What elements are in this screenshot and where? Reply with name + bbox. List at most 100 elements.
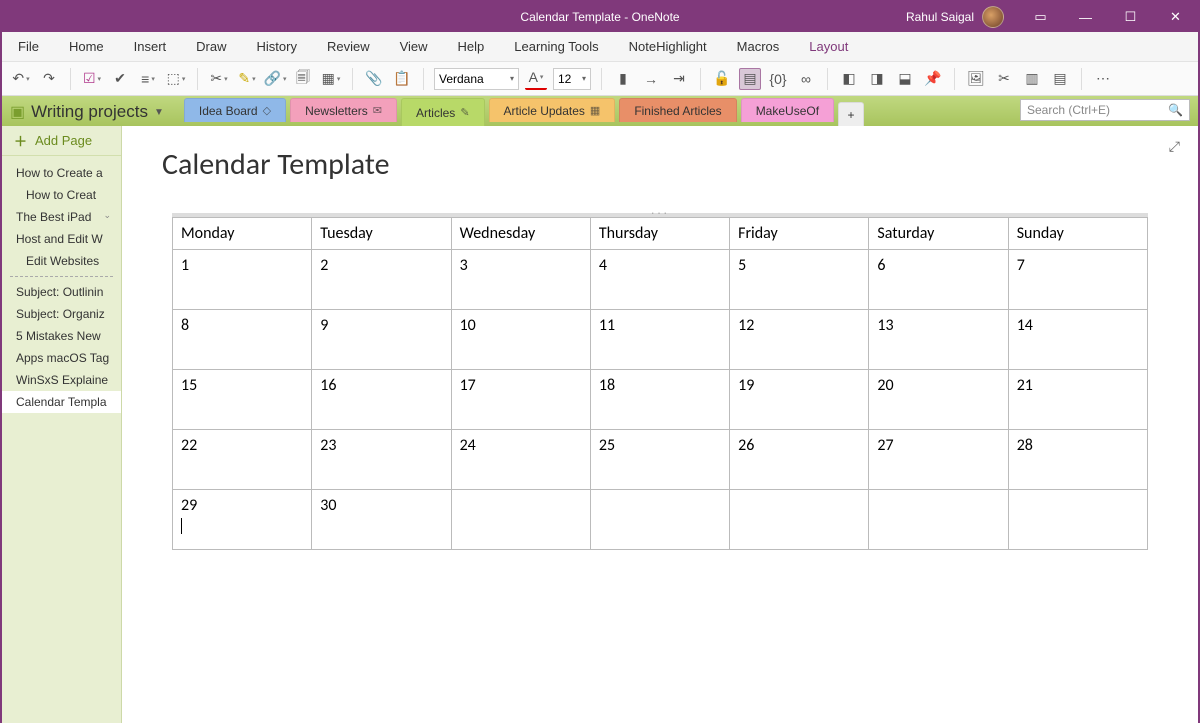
day-header[interactable]: Saturday — [869, 218, 1008, 250]
section-tab-idea-board[interactable]: Idea Board◇ — [184, 98, 286, 122]
menu-view[interactable]: View — [394, 35, 434, 58]
calendar-cell[interactable] — [590, 490, 729, 550]
calendar-cell[interactable]: 17 — [451, 370, 590, 430]
menu-history[interactable]: History — [251, 35, 303, 58]
arrow-button[interactable]: → — [640, 68, 662, 90]
page-item[interactable]: How to Creat — [2, 184, 121, 206]
calendar-cell[interactable]: 12 — [730, 310, 869, 370]
layout2-button[interactable]: ▤ — [1049, 68, 1071, 90]
calendar-table-container[interactable]: MondayTuesdayWednesdayThursdayFridaySatu… — [172, 213, 1148, 550]
day-header[interactable]: Tuesday — [312, 218, 451, 250]
overflow-button[interactable]: ⋯ — [1092, 68, 1114, 90]
calendar-cell[interactable] — [451, 490, 590, 550]
calendar-cell[interactable] — [730, 490, 869, 550]
menu-layout[interactable]: Layout — [803, 35, 854, 58]
indent-button[interactable]: ⇥ — [668, 68, 690, 90]
calendar-cell[interactable]: 6 — [869, 250, 1008, 310]
day-header[interactable]: Sunday — [1008, 218, 1147, 250]
page-item[interactable]: Apps macOS Tag — [2, 347, 121, 369]
minimize-button[interactable]: — — [1063, 2, 1108, 32]
font-color-button[interactable]: A — [525, 68, 547, 90]
add-page-button[interactable]: ＋ Add Page — [2, 126, 121, 156]
search-input[interactable]: Search (Ctrl+E) 🔍 — [1020, 99, 1190, 121]
tool-a-button[interactable]: 🔓 — [711, 68, 733, 90]
day-header[interactable]: Monday — [173, 218, 312, 250]
calendar-cell[interactable]: 16 — [312, 370, 451, 430]
day-header[interactable]: Friday — [730, 218, 869, 250]
section-tab-newsletters[interactable]: Newsletters✉ — [290, 98, 397, 122]
menu-learning-tools[interactable]: Learning Tools — [508, 35, 604, 58]
calendar-cell[interactable]: 8 — [173, 310, 312, 370]
menu-draw[interactable]: Draw — [190, 35, 232, 58]
link-button[interactable]: 🔗 — [264, 68, 286, 90]
outdent-button[interactable]: ⬚ — [165, 68, 187, 90]
calendar-cell[interactable] — [869, 490, 1008, 550]
calendar-cell[interactable]: 7 — [1008, 250, 1147, 310]
calendar-cell[interactable]: 28 — [1008, 430, 1147, 490]
menu-file[interactable]: File — [12, 35, 45, 58]
calendar-cell[interactable]: 2 — [312, 250, 451, 310]
calendar-cell[interactable]: 20 — [869, 370, 1008, 430]
copy-button[interactable]: 🗐 — [292, 68, 314, 90]
page-title[interactable]: Calendar Template — [162, 146, 1168, 183]
calendar-cell[interactable]: 25 — [590, 430, 729, 490]
font-size-select[interactable]: 12▾ — [553, 68, 591, 90]
pin-button[interactable]: 📌 — [922, 68, 944, 90]
tool-b-button[interactable]: ▤ — [739, 68, 761, 90]
close-button[interactable]: ✕ — [1153, 2, 1198, 32]
page-item[interactable]: 5 Mistakes New — [2, 325, 121, 347]
calendar-cell[interactable]: 11 — [590, 310, 729, 370]
page-item[interactable]: Host and Edit W — [2, 228, 121, 250]
calendar-cell[interactable]: 24 — [451, 430, 590, 490]
section-tab-article-updates[interactable]: Article Updates▦ — [489, 98, 616, 122]
day-header[interactable]: Thursday — [590, 218, 729, 250]
calendar-cell[interactable]: 29 — [173, 490, 312, 550]
calendar-cell[interactable]: 23 — [312, 430, 451, 490]
undo-button[interactable]: ↶ — [10, 68, 32, 90]
menu-review[interactable]: Review — [321, 35, 376, 58]
calendar-cell[interactable]: 18 — [590, 370, 729, 430]
calendar-cell[interactable]: 9 — [312, 310, 451, 370]
page-content[interactable]: ⤢ Calendar Template MondayTuesdayWednesd… — [122, 126, 1198, 723]
section-tab-finished-articles[interactable]: Finished Articles — [619, 98, 736, 122]
page-item[interactable]: Subject: Organiz — [2, 303, 121, 325]
page-item[interactable]: The Best iPad⌄ — [2, 206, 121, 228]
calendar-cell[interactable]: 21 — [1008, 370, 1147, 430]
picture-button[interactable]: 🖼 — [965, 68, 987, 90]
day-header[interactable]: Wednesday — [451, 218, 590, 250]
menu-notehighlight[interactable]: NoteHighlight — [623, 35, 713, 58]
calendar-table[interactable]: MondayTuesdayWednesdayThursdayFridaySatu… — [172, 217, 1148, 550]
calendar-cell[interactable]: 26 — [730, 430, 869, 490]
calendar-cell[interactable]: 4 — [590, 250, 729, 310]
menu-macros[interactable]: Macros — [731, 35, 786, 58]
todo-tag-button[interactable]: ☑ — [81, 68, 103, 90]
calendar-cell[interactable]: 13 — [869, 310, 1008, 370]
calendar-cell[interactable] — [1008, 490, 1147, 550]
menu-help[interactable]: Help — [452, 35, 491, 58]
ribbon-display-button[interactable]: ▭ — [1018, 2, 1063, 32]
calendar-cell[interactable]: 30 — [312, 490, 451, 550]
user-name[interactable]: Rahul Saigal — [906, 10, 974, 24]
page-item[interactable]: Calendar Templa — [2, 391, 121, 413]
menu-home[interactable]: Home — [63, 35, 110, 58]
page-item[interactable]: Edit Websites — [2, 250, 121, 272]
highlight-button[interactable]: ✎ — [236, 68, 258, 90]
eraser-button[interactable]: ▮ — [612, 68, 634, 90]
page-item[interactable]: Subject: Outlinin — [2, 281, 121, 303]
calendar-cell[interactable]: 19 — [730, 370, 869, 430]
section-tab-makeuseof[interactable]: MakeUseOf — [741, 98, 834, 122]
crop-button[interactable]: ✂ — [993, 68, 1015, 90]
brackets-button[interactable]: {0} — [767, 68, 789, 90]
attach-button[interactable]: 📎 — [363, 68, 385, 90]
date-button[interactable]: 📋 — [391, 68, 413, 90]
calendar-cell[interactable]: 15 — [173, 370, 312, 430]
screen-clip-button[interactable]: ✂ — [208, 68, 230, 90]
avatar[interactable] — [982, 6, 1004, 28]
dock-right-button[interactable]: ◨ — [866, 68, 888, 90]
calendar-cell[interactable]: 10 — [451, 310, 590, 370]
dock-bottom-button[interactable]: ⬓ — [894, 68, 916, 90]
add-section-button[interactable]: + — [838, 102, 864, 126]
menu-insert[interactable]: Insert — [128, 35, 173, 58]
infinity-button[interactable]: ∞ — [795, 68, 817, 90]
calendar-cell[interactable]: 3 — [451, 250, 590, 310]
